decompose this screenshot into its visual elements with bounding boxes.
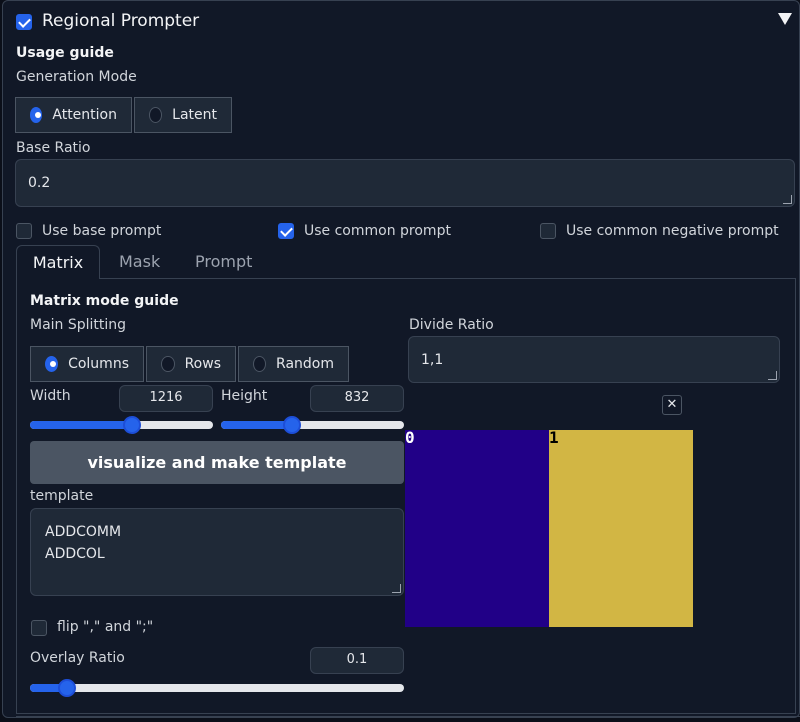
resize-handle[interactable] bbox=[392, 584, 401, 593]
radio-dot bbox=[253, 356, 267, 372]
use-common-negative-prompt-checkbox[interactable] bbox=[540, 223, 556, 239]
visualize-button[interactable]: visualize and make template bbox=[30, 441, 404, 484]
region-label: 1 bbox=[549, 428, 559, 447]
use-base-prompt-label: Use base prompt bbox=[42, 223, 162, 239]
base-ratio-input[interactable]: 0.2 bbox=[15, 159, 795, 207]
radio-dot bbox=[149, 107, 163, 123]
base-ratio-label: Base Ratio bbox=[16, 140, 91, 156]
radio-random[interactable]: Random bbox=[238, 346, 349, 382]
template-textarea[interactable]: ADDCOMM ADDCOL bbox=[30, 508, 404, 596]
tab-mask[interactable]: Mask bbox=[119, 245, 160, 279]
overlay-ratio-number-input[interactable]: 0.1 bbox=[310, 647, 404, 674]
region-1: 1 bbox=[549, 430, 693, 627]
height-label: Height bbox=[221, 388, 268, 404]
main-splitting-radio-group: Columns Rows Random bbox=[30, 346, 351, 382]
tab-prompt[interactable]: Prompt bbox=[195, 245, 252, 279]
panel-title: Regional Prompter bbox=[42, 11, 200, 31]
width-number-input[interactable]: 1216 bbox=[119, 385, 213, 412]
matrix-mode-guide-label[interactable]: Matrix mode guide bbox=[30, 293, 179, 309]
radio-attention-label: Attention bbox=[52, 107, 117, 123]
region-label: 0 bbox=[405, 428, 415, 447]
radio-dot-selected bbox=[30, 107, 43, 123]
radio-latent[interactable]: Latent bbox=[134, 97, 232, 133]
template-line: ADDCOL bbox=[45, 546, 105, 562]
width-slider[interactable] bbox=[30, 416, 213, 434]
height-number-input[interactable]: 832 bbox=[310, 385, 404, 412]
radio-columns[interactable]: Columns bbox=[30, 346, 144, 382]
usage-guide-label[interactable]: Usage guide bbox=[16, 45, 114, 61]
close-icon[interactable]: ✕ bbox=[662, 395, 682, 415]
bottom-divider bbox=[16, 716, 800, 717]
radio-attention[interactable]: Attention bbox=[15, 97, 132, 133]
flip-label: flip "," and ";" bbox=[57, 619, 154, 635]
radio-rows[interactable]: Rows bbox=[146, 346, 236, 382]
radio-dot-selected bbox=[45, 356, 59, 372]
flip-checkbox[interactable] bbox=[31, 620, 47, 636]
slider-fill bbox=[221, 421, 293, 429]
slider-fill bbox=[30, 421, 133, 429]
overlay-ratio-slider[interactable] bbox=[30, 679, 404, 697]
template-label: template bbox=[30, 488, 94, 504]
region-preview-image: 0 1 bbox=[405, 430, 693, 627]
overlay-ratio-label: Overlay Ratio bbox=[30, 650, 125, 666]
generation-mode-radio-group: Attention Latent bbox=[15, 97, 234, 133]
use-base-prompt-checkbox[interactable] bbox=[16, 223, 32, 239]
resize-handle[interactable] bbox=[768, 371, 777, 380]
radio-random-label: Random bbox=[276, 356, 334, 372]
radio-dot bbox=[161, 356, 175, 372]
region-0: 0 bbox=[405, 430, 549, 627]
use-common-prompt-checkbox[interactable] bbox=[278, 223, 294, 239]
use-common-prompt-label: Use common prompt bbox=[304, 223, 451, 239]
width-label: Width bbox=[30, 388, 71, 404]
resize-handle[interactable] bbox=[783, 195, 792, 204]
use-common-negative-prompt-label: Use common negative prompt bbox=[566, 223, 779, 239]
enable-checkbox[interactable] bbox=[16, 14, 32, 30]
tab-matrix[interactable]: Matrix bbox=[16, 245, 100, 279]
main-splitting-label: Main Splitting bbox=[30, 317, 127, 333]
divide-ratio-input[interactable]: 1,1 bbox=[408, 336, 780, 383]
divide-ratio-value: 1,1 bbox=[421, 352, 444, 368]
divide-ratio-label: Divide Ratio bbox=[409, 317, 494, 333]
base-ratio-value: 0.2 bbox=[28, 175, 51, 191]
generation-mode-label: Generation Mode bbox=[16, 69, 137, 85]
radio-latent-label: Latent bbox=[172, 107, 217, 123]
height-slider[interactable] bbox=[221, 416, 404, 434]
radio-rows-label: Rows bbox=[184, 356, 221, 372]
radio-columns-label: Columns bbox=[68, 356, 129, 372]
template-line: ADDCOMM bbox=[45, 524, 122, 540]
triangle-down-icon[interactable] bbox=[778, 13, 792, 25]
